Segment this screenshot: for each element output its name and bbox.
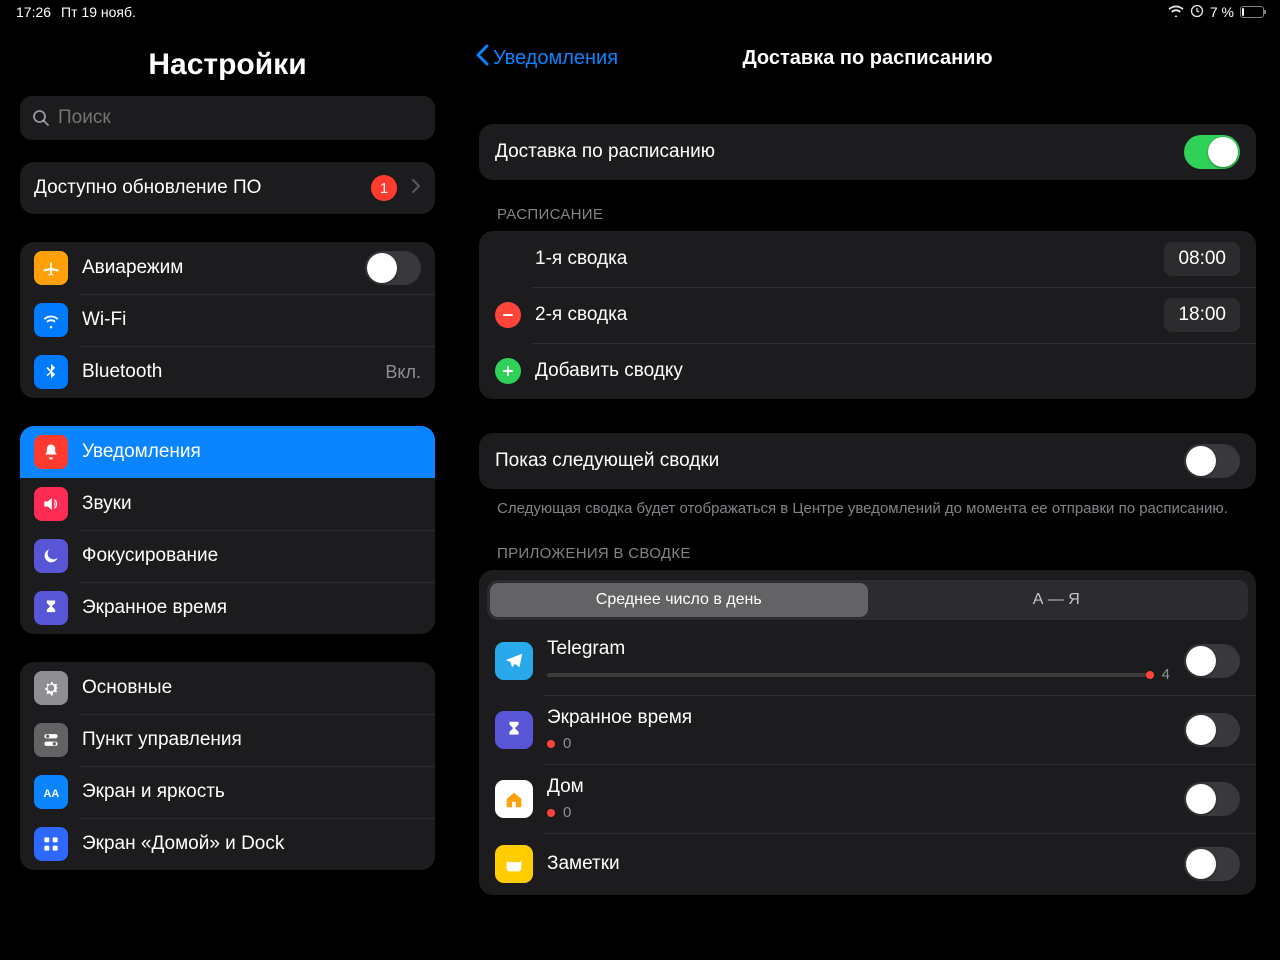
screentime-toggle[interactable] <box>1184 713 1240 747</box>
app-row-telegram[interactable]: Telegram 4 <box>479 626 1256 695</box>
sidebar-item-general[interactable]: Основные <box>20 662 435 714</box>
sort-segment[interactable]: Среднее число в день А — Я <box>487 580 1248 620</box>
chevron-right-icon <box>411 178 421 199</box>
sidebar-item-display[interactable]: AA Экран и яркость <box>20 766 435 818</box>
battery-pct: 7 % <box>1210 4 1234 20</box>
sidebar-title: Настройки <box>0 30 455 96</box>
seg-avg-per-day[interactable]: Среднее число в день <box>490 583 868 617</box>
detail-pane: Уведомления Доставка по расписанию Доста… <box>455 0 1280 960</box>
seg-alphabetical[interactable]: А — Я <box>868 583 1246 617</box>
remove-icon[interactable] <box>495 302 521 328</box>
sidebar-item-homescreen[interactable]: Экран «Домой» и Dock <box>20 818 435 870</box>
add-icon <box>495 358 521 384</box>
sidebar-item-airplane[interactable]: Авиарежим <box>20 242 435 294</box>
home-toggle[interactable] <box>1184 782 1240 816</box>
sidebar-item-screentime[interactable]: Экранное время <box>20 582 435 634</box>
sidebar-item-notifications[interactable]: Уведомления <box>20 426 435 478</box>
app-row-notes[interactable]: Заметки <box>479 833 1256 895</box>
bell-icon <box>34 435 68 469</box>
telegram-icon <box>495 642 533 680</box>
search-icon <box>32 109 50 127</box>
show-next-note: Следующая сводка будет отображаться в Це… <box>479 489 1256 519</box>
wifi-icon <box>1168 4 1184 20</box>
sidebar-item-sounds[interactable]: Звуки <box>20 478 435 530</box>
row-summary-2[interactable]: 2-я сводка 18:00 <box>479 287 1256 343</box>
home-icon <box>495 780 533 818</box>
gear-icon <box>34 671 68 705</box>
settings-sidebar: Настройки Доступно обновление ПО 1 Авиар… <box>0 0 455 960</box>
app-row-screentime[interactable]: Экранное время 0 <box>479 695 1256 764</box>
speaker-icon <box>34 487 68 521</box>
telegram-toggle[interactable] <box>1184 644 1240 678</box>
bluetooth-status: Вкл. <box>385 362 421 383</box>
text-size-icon: AA <box>34 775 68 809</box>
sidebar-item-software-update[interactable]: Доступно обновление ПО 1 <box>20 162 435 214</box>
chevron-left-icon <box>475 44 489 72</box>
section-schedule: РАСПИСАНИЕ <box>479 180 1256 231</box>
wifi-icon <box>34 303 68 337</box>
grid-icon <box>34 827 68 861</box>
rotation-lock-icon <box>1190 4 1204 21</box>
svg-text:AA: AA <box>44 788 60 800</box>
row-scheduled-delivery[interactable]: Доставка по расписанию <box>479 124 1256 180</box>
hourglass-icon <box>34 591 68 625</box>
section-apps: ПРИЛОЖЕНИЯ В СВОДКЕ <box>479 519 1256 570</box>
scheduled-delivery-toggle[interactable] <box>1184 135 1240 169</box>
sidebar-item-focus[interactable]: Фокусирование <box>20 530 435 582</box>
airplane-toggle[interactable] <box>365 251 421 285</box>
airplane-icon <box>34 251 68 285</box>
row-summary-1[interactable]: 1-я сводка 08:00 <box>479 231 1256 287</box>
notes-icon <box>495 845 533 883</box>
status-time: 17:26 <box>16 4 51 20</box>
app-row-home[interactable]: Дом 0 <box>479 764 1256 833</box>
battery-icon <box>1240 6 1264 18</box>
status-bar: 17:26 Пт 19 нояб. 7 % <box>0 0 1280 24</box>
row-show-next[interactable]: Показ следующей сводки <box>479 433 1256 489</box>
summary-1-time[interactable]: 08:00 <box>1164 242 1240 276</box>
search-field[interactable] <box>20 96 435 140</box>
sidebar-item-bluetooth[interactable]: Bluetooth Вкл. <box>20 346 435 398</box>
hourglass-icon <box>495 711 533 749</box>
back-button[interactable]: Уведомления <box>475 44 618 72</box>
row-add-summary[interactable]: Добавить сводку <box>479 343 1256 399</box>
show-next-toggle[interactable] <box>1184 444 1240 478</box>
summary-2-time[interactable]: 18:00 <box>1164 298 1240 332</box>
search-input[interactable] <box>58 107 423 129</box>
toggles-icon <box>34 723 68 757</box>
bluetooth-icon <box>34 355 68 389</box>
status-date: Пт 19 нояб. <box>61 4 136 20</box>
sidebar-item-wifi[interactable]: Wi-Fi <box>20 294 435 346</box>
sidebar-item-control-center[interactable]: Пункт управления <box>20 714 435 766</box>
moon-icon <box>34 539 68 573</box>
notes-toggle[interactable] <box>1184 847 1240 881</box>
update-badge: 1 <box>371 175 397 201</box>
